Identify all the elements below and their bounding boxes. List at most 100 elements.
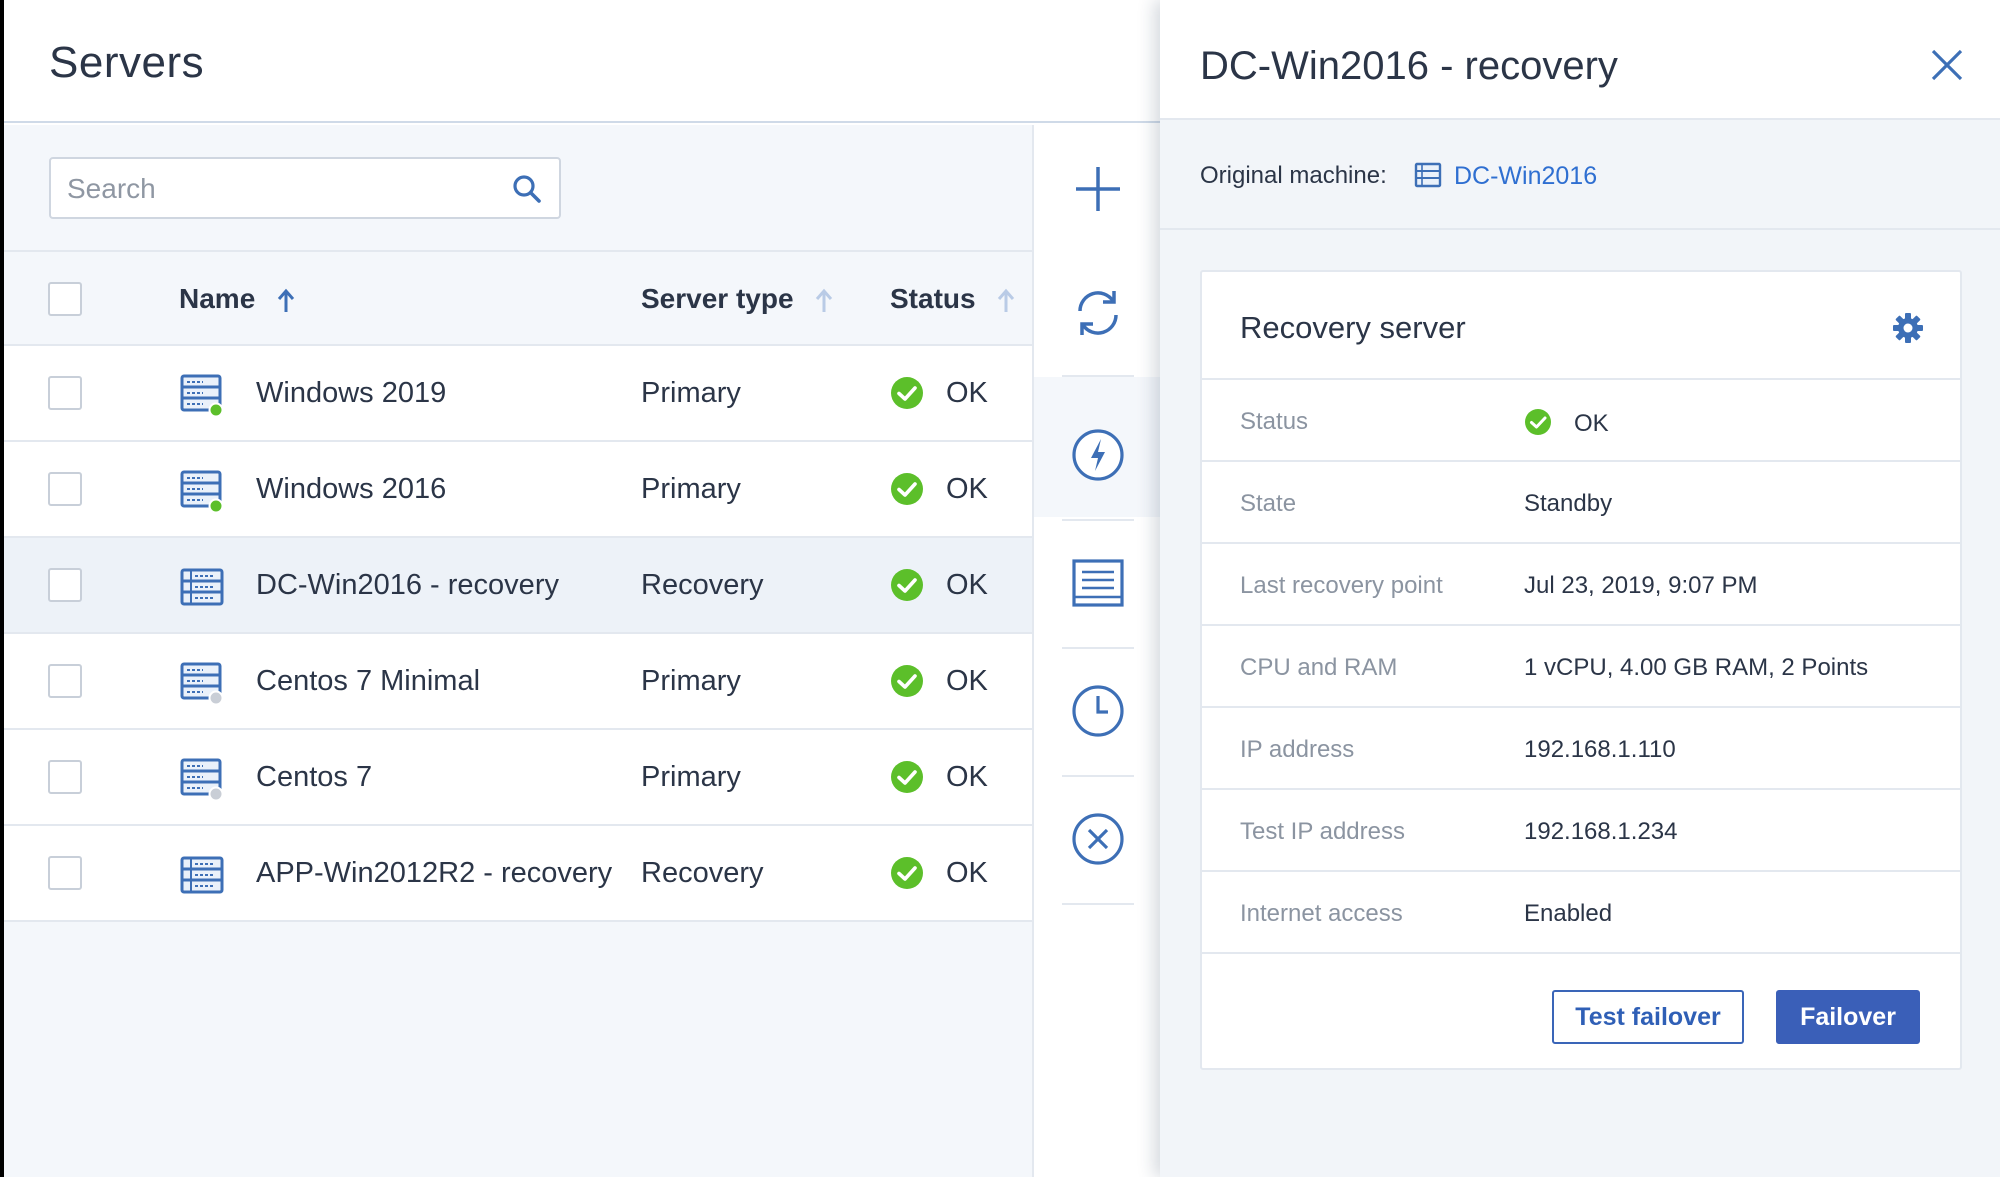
card-header: Recovery server [1202,272,1960,380]
server-status: OK [946,569,988,601]
column-header-name[interactable]: Name [179,283,295,315]
sort-arrow-up-icon[interactable] [815,288,833,314]
ok-check-icon [891,377,923,409]
table-row[interactable]: Centos 7 Minimal Primary OK [4,634,1032,730]
server-status: OK [946,377,988,409]
property-value: Jul 23, 2019, 9:07 PM [1524,572,1758,599]
property-label: CPU and RAM [1240,654,1398,681]
ok-check-icon [891,665,923,697]
column-header-status-label: Status [890,283,976,314]
server-icon [180,374,224,418]
ok-check-icon [891,761,923,793]
ok-check-icon [891,569,923,601]
server-type: Recovery [641,857,764,889]
row-checkbox[interactable] [48,856,82,890]
row-checkbox[interactable] [48,376,82,410]
server-name: Windows 2016 [256,473,447,505]
server-status: OK [946,473,988,505]
list-area: Name Server type Sta [4,125,1032,1177]
property-last-recovery-point: Last recovery point Jul 23, 2019, 9:07 P… [1202,544,1960,626]
toolbar-separator [1062,647,1134,649]
page-title: Servers [49,38,205,87]
property-label: Test IP address [1240,818,1405,845]
table-row[interactable]: Windows 2016 Primary OK [4,442,1032,538]
action-toolbar [1032,125,1162,1177]
server-status: OK [946,857,988,889]
server-name: APP-Win2012R2 - recovery [256,857,613,889]
table-header: Name Server type Status [4,250,1032,346]
close-icon[interactable] [1930,48,1964,82]
server-name: Windows 2019 [256,377,447,409]
property-internet-access: Internet access Enabled [1202,872,1960,954]
row-checkbox[interactable] [48,664,82,698]
column-header-server-type-label: Server type [641,283,794,314]
row-checkbox[interactable] [48,760,82,794]
column-header-server-type[interactable]: Server type [641,283,833,315]
search-input[interactable] [67,169,487,209]
server-type: Primary [641,473,741,505]
table-row[interactable]: APP-Win2012R2 - recovery Recovery OK [4,826,1032,922]
details-panel: DC-Win2016 - recovery Original machine: … [1160,0,2000,1177]
toolbar-separator [1062,519,1134,521]
server-icon [180,470,224,514]
search-icon[interactable] [511,173,543,205]
original-machine-link[interactable]: DC-Win2016 [1454,162,1597,191]
recovery-server-icon [180,856,224,894]
original-machine-label: Original machine: [1200,162,1387,189]
toolbar-separator [1062,903,1134,905]
server-type: Primary [641,665,741,697]
property-value: Enabled [1524,900,1613,927]
details-icon[interactable] [1070,555,1126,611]
sort-arrow-up-icon[interactable] [997,288,1015,314]
property-value: 192.168.1.110 [1524,736,1676,763]
table-row[interactable]: Centos 7 Primary OK [4,730,1032,826]
property-label: Last recovery point [1240,572,1443,599]
ok-check-icon [891,857,923,889]
property-value: Standby [1524,490,1613,517]
server-icon [180,662,224,706]
details-title: DC-Win2016 - recovery [1200,44,1618,88]
select-all-checkbox[interactable] [48,282,82,316]
server-type: Primary [641,377,741,409]
original-machine-row: Original machine: DC-Win2016 [1160,122,2000,230]
property-label: Internet access [1240,900,1403,927]
column-header-name-label: Name [179,283,256,314]
server-type: Primary [641,761,741,793]
servers-header: Servers [4,0,1160,123]
add-icon[interactable] [1070,161,1126,217]
gear-icon[interactable] [1892,312,1924,344]
server-name: DC-Win2016 - recovery [256,569,559,601]
property-value: OK [1574,410,1609,437]
toolbar-separator [1062,775,1134,777]
row-checkbox[interactable] [48,472,82,506]
delete-icon[interactable] [1070,811,1126,867]
sort-arrow-up-icon[interactable] [277,288,295,314]
server-type: Recovery [641,569,764,601]
test-failover-button[interactable]: Test failover [1552,990,1744,1044]
server-status: OK [946,761,988,793]
failover-icon[interactable] [1070,427,1126,483]
refresh-icon[interactable] [1070,285,1126,341]
table-row[interactable]: Windows 2019 Primary OK [4,346,1032,442]
machine-icon [1414,162,1442,188]
property-test-ip-address: Test IP address 192.168.1.234 [1202,790,1960,872]
column-header-status[interactable]: Status [890,283,1015,315]
details-header: DC-Win2016 - recovery [1160,0,2000,120]
property-label: IP address [1240,736,1355,763]
row-checkbox[interactable] [48,568,82,602]
server-name: Centos 7 [256,761,373,793]
recovery-server-icon [180,568,224,606]
recovery-server-card: Recovery server Status OK State Standby … [1200,270,1962,1070]
app-window: Servers Name [4,0,2000,1177]
failover-button[interactable]: Failover [1776,990,1920,1044]
property-state: State Standby [1202,462,1960,544]
table-row[interactable]: DC-Win2016 - recovery Recovery OK [4,538,1032,634]
ok-check-icon [891,473,923,505]
property-ip-address: IP address 192.168.1.110 [1202,708,1960,790]
card-title: Recovery server [1240,310,1466,345]
property-label: Status [1240,408,1309,435]
search-box[interactable] [49,157,561,219]
schedule-icon[interactable] [1070,683,1126,739]
server-icon [180,758,224,802]
servers-panel: Servers Name [4,0,1162,1177]
